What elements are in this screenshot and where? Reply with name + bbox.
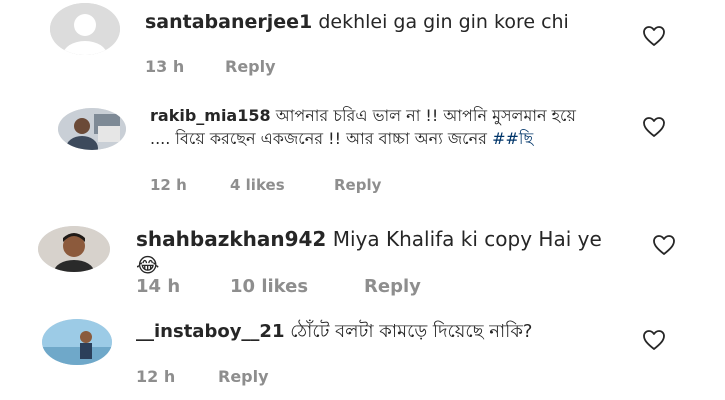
- comment-item: __instaboy__21 ঠোঁটে বলটা কামড়ে দিয়েছে…: [0, 305, 725, 400]
- avatar[interactable]: [58, 108, 126, 150]
- like-button[interactable]: [652, 234, 676, 256]
- reply-button[interactable]: Reply: [225, 57, 276, 76]
- comment-body: santabanerjee1 dekhlei ga gin gin kore c…: [145, 10, 620, 34]
- comment-username[interactable]: __instaboy__21: [136, 321, 284, 342]
- comment-text: ঠোঁটে বলটা কামড়ে দিয়েছে নাকি?: [290, 321, 533, 342]
- hashtag-link[interactable]: ##ছি: [492, 129, 533, 148]
- default-avatar-icon: [50, 3, 120, 55]
- likes-count[interactable]: 10 likes: [230, 276, 308, 297]
- comment-item: santabanerjee1 dekhlei ga gin gin kore c…: [0, 0, 725, 90]
- comment-body: __instaboy__21 ঠোঁটে বলটা কামড়ে দিয়েছে…: [136, 319, 576, 344]
- reply-button[interactable]: Reply: [364, 276, 421, 297]
- reply-button[interactable]: Reply: [334, 176, 381, 194]
- comment-username[interactable]: rakib_mia158: [150, 106, 271, 125]
- heart-outline-icon: [653, 235, 675, 255]
- heart-outline-icon: [643, 117, 665, 137]
- reply-button[interactable]: Reply: [218, 367, 269, 386]
- comment-time[interactable]: 12 h: [150, 176, 187, 194]
- comment-item: rakib_mia158 আপনার চরিএ ভাল না !! আপনি ম…: [0, 90, 725, 200]
- comment-username[interactable]: santabanerjee1: [145, 11, 312, 33]
- avatar[interactable]: [42, 319, 112, 365]
- comment-text: dekhlei ga gin gin kore chi: [318, 11, 569, 33]
- comment-item: shahbazkhan942 Miya Khalifa ki copy Hai …: [0, 200, 725, 305]
- comment-body: shahbazkhan942 Miya Khalifa ki copy Hai …: [136, 226, 626, 279]
- avatar[interactable]: [50, 3, 120, 55]
- comment-time[interactable]: 13 h: [145, 57, 184, 76]
- comment-time[interactable]: 12 h: [136, 367, 175, 386]
- like-button[interactable]: [642, 25, 666, 47]
- user-photo-avatar: [42, 319, 112, 365]
- like-button[interactable]: [642, 116, 666, 138]
- comment-body: rakib_mia158 আপনার চরিএ ভাল না !! আপনি ম…: [150, 104, 590, 150]
- comment-username[interactable]: shahbazkhan942: [136, 227, 326, 251]
- likes-count[interactable]: 4 likes: [230, 176, 285, 194]
- comment-time[interactable]: 14 h: [136, 276, 180, 297]
- heart-outline-icon: [643, 26, 665, 46]
- heart-outline-icon: [643, 330, 665, 350]
- avatar[interactable]: [38, 226, 110, 272]
- user-photo-avatar: [58, 108, 126, 150]
- user-photo-avatar: [38, 226, 110, 272]
- like-button[interactable]: [642, 329, 666, 351]
